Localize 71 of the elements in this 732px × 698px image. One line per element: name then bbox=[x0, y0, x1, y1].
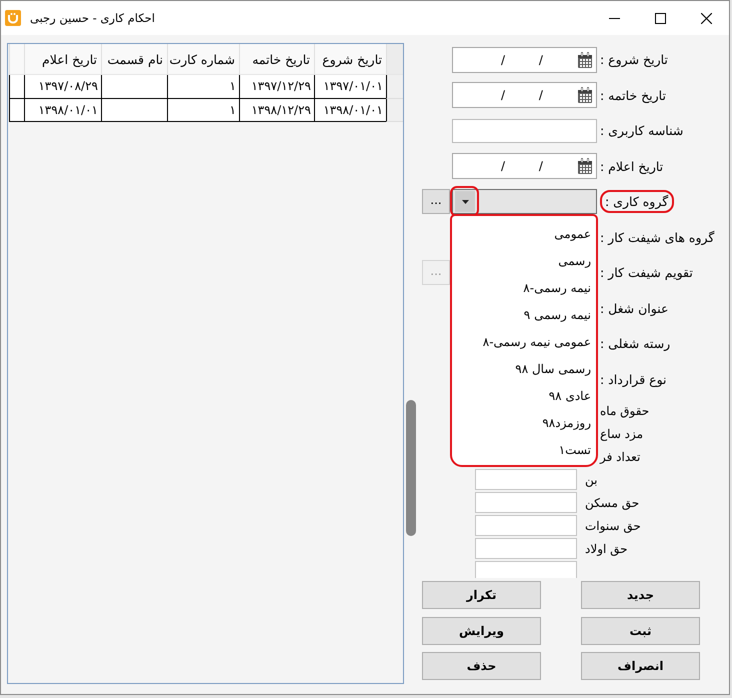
column-header[interactable] bbox=[9, 44, 24, 75]
table-cell: ۱۳۹۸/۱۲/۲۹ bbox=[239, 98, 314, 122]
action-button[interactable]: انصراف bbox=[581, 652, 700, 680]
table-cell: ۱۳۹۷/۱۲/۲۹ bbox=[239, 75, 314, 98]
date-field[interactable]: / / bbox=[452, 46, 597, 73]
scrollbar-thumb[interactable] bbox=[406, 400, 416, 536]
field-label: تاریخ شروع : bbox=[600, 52, 668, 68]
dropdown-option[interactable]: عمومی نیمه رسمی-۸ bbox=[452, 329, 596, 356]
column-header[interactable]: نام قسمت bbox=[101, 44, 167, 75]
input-field[interactable] bbox=[475, 538, 577, 559]
table-cell: ۱ bbox=[167, 98, 239, 122]
calendar-icon[interactable] bbox=[577, 87, 593, 104]
input-field[interactable] bbox=[475, 515, 577, 536]
field-label: تعداد فر bbox=[600, 449, 640, 466]
dropdown-option[interactable]: نیمه رسمی-۸ bbox=[452, 275, 596, 302]
table-cell bbox=[101, 75, 167, 98]
field-label: مزد ساع bbox=[600, 426, 644, 443]
app-logo-icon bbox=[5, 10, 21, 26]
table-cell: ۱ bbox=[167, 75, 239, 98]
input-field[interactable] bbox=[475, 561, 577, 578]
field-label: عنوان شغل : bbox=[600, 300, 668, 316]
table-cell: ۱۳۹۷/۰۸/۲۹ bbox=[24, 75, 101, 98]
action-button[interactable]: جدید bbox=[581, 581, 700, 609]
dropdown-option[interactable]: روزمزد۹۸ bbox=[452, 410, 596, 438]
action-button[interactable]: ویرایش bbox=[422, 616, 541, 644]
row-header[interactable] bbox=[386, 75, 403, 98]
field-label: گروه کاری : bbox=[605, 194, 668, 210]
caret-icon bbox=[462, 200, 468, 204]
field-label: تاریخ خاتمه : bbox=[600, 88, 666, 103]
window-title: احکام کاری - حسین رجبی bbox=[30, 11, 155, 25]
dropdown-option[interactable]: نیمه رسمی ۹ bbox=[452, 302, 596, 330]
field-label: نوع قرارداد : bbox=[600, 372, 667, 387]
table-cell bbox=[101, 98, 167, 122]
input-field[interactable] bbox=[475, 492, 577, 513]
field-label: گروه های شیفت کار : bbox=[600, 230, 714, 245]
column-header[interactable]: شماره کارت bbox=[167, 44, 239, 75]
field-label: حق اولاد bbox=[585, 541, 628, 558]
field-label: رسته شغلی : bbox=[600, 336, 670, 352]
date-field[interactable]: / / bbox=[452, 82, 597, 108]
input-field[interactable] bbox=[452, 118, 597, 143]
dropdown-option[interactable]: عادی ۹۸ bbox=[452, 383, 596, 410]
field-label: شناسه کاربری : bbox=[600, 123, 684, 138]
field-label: حقوق ماه bbox=[600, 403, 650, 420]
table-cell: ۱۳۹۸/۰۱/۰۱ bbox=[24, 98, 101, 122]
calendar-icon[interactable] bbox=[577, 158, 593, 174]
field-label: تقویم شیفت کار : bbox=[600, 265, 693, 280]
field-label: حق مسکن bbox=[585, 495, 640, 512]
calendar-icon[interactable] bbox=[577, 52, 593, 68]
combo-box[interactable] bbox=[452, 189, 597, 214]
column-header[interactable]: تاریخ خاتمه bbox=[239, 44, 314, 75]
input-field[interactable] bbox=[475, 469, 577, 490]
table-cell: ۱۳۹۷/۰۱/۰۱ bbox=[314, 75, 386, 98]
row-header[interactable] bbox=[386, 98, 403, 122]
field-label: حق سنوات bbox=[585, 518, 641, 535]
dropdown-option[interactable]: عمومی bbox=[452, 221, 596, 248]
dropdown-button[interactable] bbox=[455, 191, 475, 212]
close-icon bbox=[700, 12, 712, 24]
dropdown-option[interactable]: تست۱ bbox=[452, 437, 596, 464]
dropdown-option[interactable]: رسمی bbox=[452, 248, 596, 276]
action-button[interactable]: حذف bbox=[422, 652, 541, 680]
field-label: بن bbox=[585, 472, 598, 489]
maximize-icon bbox=[654, 12, 666, 24]
browse-button[interactable]: ... bbox=[422, 189, 450, 214]
action-button[interactable]: تکرار bbox=[422, 581, 541, 609]
action-button[interactable]: ثبت bbox=[581, 616, 700, 644]
table-cell: ۱۳۹۸/۰۱/۰۱ bbox=[314, 98, 386, 122]
field-label: تاریخ اعلام : bbox=[600, 158, 664, 174]
date-field[interactable]: / / bbox=[452, 153, 597, 180]
column-header[interactable]: تاریخ اعلام bbox=[24, 44, 101, 75]
column-header[interactable]: تاریخ شروع bbox=[314, 44, 386, 75]
dropdown-option[interactable]: رسمی سال ۹۸ bbox=[452, 356, 596, 384]
